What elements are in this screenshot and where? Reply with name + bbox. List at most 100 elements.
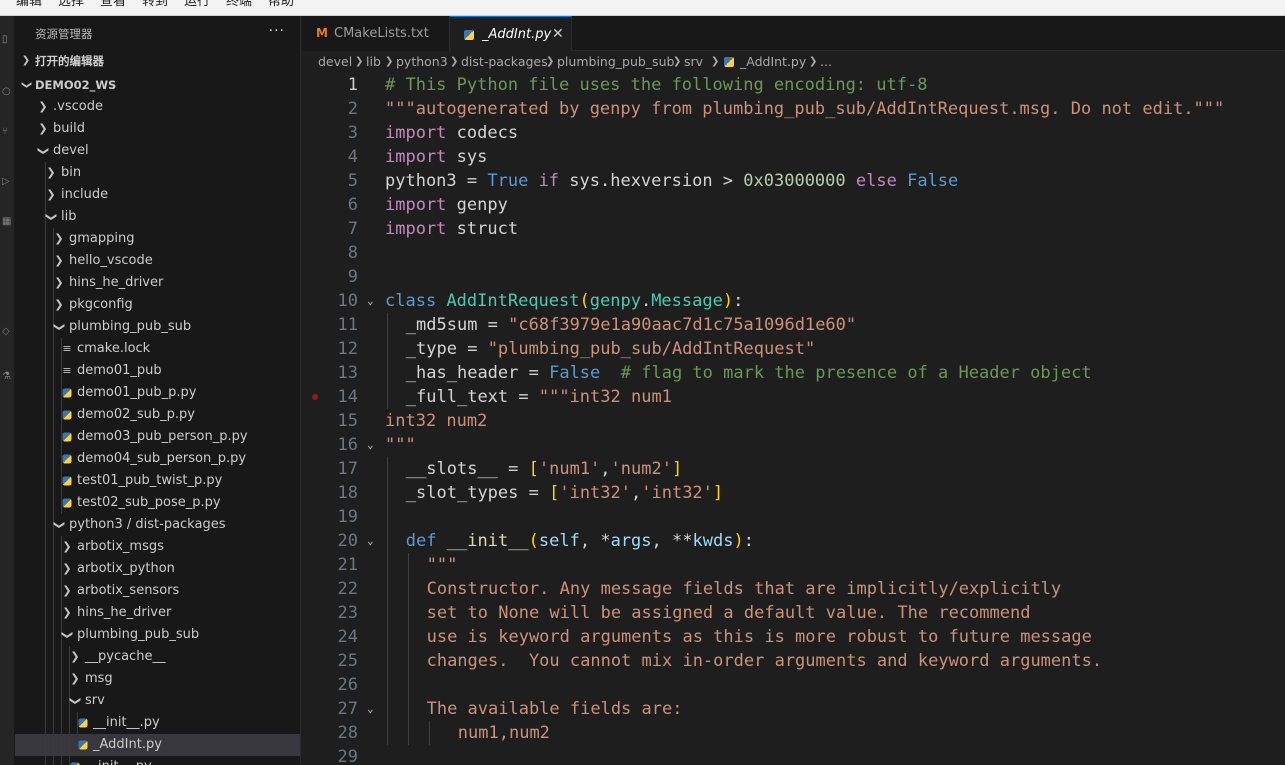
code-line[interactable]: 16 ⌄ """ bbox=[302, 433, 1285, 457]
tree-file[interactable]: demo04_sub_person_p.py bbox=[15, 448, 300, 470]
fold-chevron-icon[interactable]: ⌄ bbox=[367, 697, 374, 721]
menu-item[interactable]: 运行 bbox=[184, 0, 210, 10]
code-line[interactable]: 18 _slot_types = ['int32','int32'] bbox=[302, 481, 1285, 505]
open-editors-section[interactable]: ❯ 打开的编辑器 bbox=[15, 50, 300, 72]
run-debug-icon[interactable]: ▷ bbox=[2, 176, 10, 187]
explorer-icon[interactable]: ▯ bbox=[2, 34, 8, 45]
code-line[interactable]: 2 """autogenerated by genpy from plumbing… bbox=[302, 97, 1285, 121]
menu-item[interactable]: 帮助 bbox=[268, 0, 294, 10]
tree-file[interactable]: demo02_sub_p.py bbox=[15, 404, 300, 426]
code-line[interactable]: 15 int32 num2 bbox=[302, 409, 1285, 433]
breadcrumb-item[interactable]: ... bbox=[820, 51, 832, 73]
more-actions-icon[interactable]: ··· bbox=[269, 23, 285, 39]
testing-icon[interactable]: ⚗ bbox=[2, 371, 11, 382]
tree-folder[interactable]: ❯ hins_he_driver bbox=[15, 272, 300, 294]
code-line[interactable]: 20 ⌄ def __init__(self, *args, **kwds): bbox=[302, 529, 1285, 553]
workspace-section[interactable]: ❯ DEMO02_WS bbox=[15, 74, 300, 96]
indent-guide bbox=[61, 756, 62, 765]
code-line[interactable]: 28 num1,num2 bbox=[302, 721, 1285, 745]
remote-icon[interactable]: ◇ bbox=[2, 326, 10, 337]
tree-folder[interactable]: ❯ __pycache__ bbox=[15, 646, 300, 668]
code-text: """autogenerated by genpy from plumbing_… bbox=[385, 97, 1224, 121]
code-line[interactable]: 4 import sys bbox=[302, 145, 1285, 169]
code-line[interactable]: 8 bbox=[302, 241, 1285, 265]
code-line[interactable]: 26 bbox=[302, 673, 1285, 697]
fold-chevron-icon[interactable]: ⌄ bbox=[367, 529, 374, 553]
tree-file[interactable]: ≡ demo01_pub bbox=[15, 360, 300, 382]
code-line[interactable]: 19 bbox=[302, 505, 1285, 529]
tree-folder[interactable]: ❯ arbotix_msgs bbox=[15, 536, 300, 558]
search-icon[interactable]: ○ bbox=[2, 86, 11, 97]
code-line[interactable]: 27 ⌄ The available fields are: bbox=[302, 697, 1285, 721]
tree-file[interactable]: ≡ cmake.lock bbox=[15, 338, 300, 360]
tree-file[interactable]: test01_pub_twist_p.py bbox=[15, 470, 300, 492]
tree-folder[interactable]: ❯ build bbox=[15, 118, 300, 140]
breadcrumb-item[interactable]: lib bbox=[366, 51, 381, 73]
tree-file[interactable]: demo03_pub_person_p.py bbox=[15, 426, 300, 448]
code-line[interactable]: 3 import codecs bbox=[302, 121, 1285, 145]
code-line[interactable]: 11 _md5sum = "c68f3979e1a90aac7d1c75a1096… bbox=[302, 313, 1285, 337]
code-line[interactable]: 1 # This Python file uses the following e… bbox=[302, 73, 1285, 97]
fold-chevron-icon[interactable]: ⌄ bbox=[367, 433, 374, 457]
menu-item[interactable]: 转到 bbox=[142, 0, 168, 10]
breadcrumb-item[interactable]: dist-packages bbox=[461, 51, 548, 73]
tree-folder[interactable]: ❯ msg bbox=[15, 668, 300, 690]
indent-guide bbox=[53, 492, 54, 514]
menu-item[interactable]: 编辑 bbox=[16, 0, 42, 10]
tree-folder[interactable]: ❯ hello_vscode bbox=[15, 250, 300, 272]
code-line[interactable]: 14 _full_text = """int32 num1 bbox=[302, 385, 1285, 409]
tree-folder[interactable]: ❯ pkgconfig bbox=[15, 294, 300, 316]
breakpoint-hint-icon[interactable] bbox=[312, 394, 318, 400]
tree-folder[interactable]: ❯ arbotix_sensors bbox=[15, 580, 300, 602]
tree-folder[interactable]: ❯ plumbing_pub_sub bbox=[15, 624, 300, 646]
tree-file[interactable]: _AddInt.py bbox=[15, 734, 300, 756]
code-line[interactable]: 5 python3 = True if sys.hexversion > 0x03… bbox=[302, 169, 1285, 193]
tree-folder[interactable]: ❯ .vscode bbox=[15, 96, 300, 118]
tree-folder[interactable]: ❯ lib bbox=[15, 206, 300, 228]
menu-item[interactable]: 选择 bbox=[58, 0, 84, 10]
tree-file[interactable]: __init__.py bbox=[15, 712, 300, 734]
code-line[interactable]: 22 Constructor. Any message fields that a… bbox=[302, 577, 1285, 601]
tab-addint-py[interactable]: _AddInt.py ✕ bbox=[450, 16, 572, 51]
tree-folder[interactable]: ❯ bin bbox=[15, 162, 300, 184]
tree-folder[interactable]: ❯ python3 / dist-packages bbox=[15, 514, 300, 536]
code-line[interactable]: 24 use is keyword arguments as this is mo… bbox=[302, 625, 1285, 649]
breadcrumb-item[interactable]: srv bbox=[684, 51, 703, 73]
close-icon[interactable]: ✕ bbox=[552, 17, 564, 52]
fold-chevron-icon[interactable]: ⌄ bbox=[367, 289, 374, 313]
tree-folder[interactable]: ❯ hins_he_driver bbox=[15, 602, 300, 624]
breadcrumb-item[interactable]: _AddInt.py bbox=[740, 51, 806, 73]
tree-file[interactable]: test02_sub_pose_p.py bbox=[15, 492, 300, 514]
code-line[interactable]: 25 changes. You cannot mix in-order argum… bbox=[302, 649, 1285, 673]
tree-folder[interactable]: ❯ include bbox=[15, 184, 300, 206]
code-line[interactable]: 12 _type = "plumbing_pub_sub/AddIntReques… bbox=[302, 337, 1285, 361]
code-line[interactable]: 21 """ bbox=[302, 553, 1285, 577]
code-line[interactable]: 13 _has_header = False # flag to mark the… bbox=[302, 361, 1285, 385]
code-line[interactable]: 17 __slots__ = ['num1','num2'] bbox=[302, 457, 1285, 481]
tree-folder[interactable]: ❯ arbotix_python bbox=[15, 558, 300, 580]
code-text: _has_header = False # flag to mark the p… bbox=[406, 361, 1092, 385]
tree-folder[interactable]: ❯ plumbing_pub_sub bbox=[15, 316, 300, 338]
tab-cmakelists[interactable]: M CMakeLists.txt bbox=[302, 16, 450, 51]
breadcrumb-item[interactable]: devel bbox=[318, 51, 352, 73]
extensions-icon[interactable]: ▦ bbox=[2, 216, 11, 227]
code-line[interactable]: 7 import struct bbox=[302, 217, 1285, 241]
breadcrumb-item[interactable]: plumbing_pub_sub bbox=[557, 51, 674, 73]
code-line[interactable]: 10 ⌄ class AddIntRequest(genpy.Message): bbox=[302, 289, 1285, 313]
source-control-icon[interactable]: ⑂ bbox=[2, 126, 8, 137]
code-line[interactable]: 29 bbox=[302, 745, 1285, 765]
menu-item[interactable]: 查看 bbox=[100, 0, 126, 10]
code-token: import bbox=[385, 219, 447, 239]
code-line[interactable]: 6 import genpy bbox=[302, 193, 1285, 217]
menu-item[interactable]: 终端 bbox=[226, 0, 252, 10]
code-line[interactable]: 9 bbox=[302, 265, 1285, 289]
breadcrumb-item[interactable]: python3 bbox=[396, 51, 448, 73]
tree-folder[interactable]: ❯ gmapping bbox=[15, 228, 300, 250]
tree-file[interactable]: demo01_pub_p.py bbox=[15, 382, 300, 404]
tree-folder[interactable]: ❯ devel bbox=[15, 140, 300, 162]
tree-file[interactable]: __init__.py bbox=[15, 756, 300, 765]
indent-guide bbox=[45, 382, 46, 404]
tree-folder[interactable]: ❯ srv bbox=[15, 690, 300, 712]
code-editor[interactable]: 1 # This Python file uses the following e… bbox=[302, 73, 1285, 765]
code-line[interactable]: 23 set to None will be assigned a default… bbox=[302, 601, 1285, 625]
